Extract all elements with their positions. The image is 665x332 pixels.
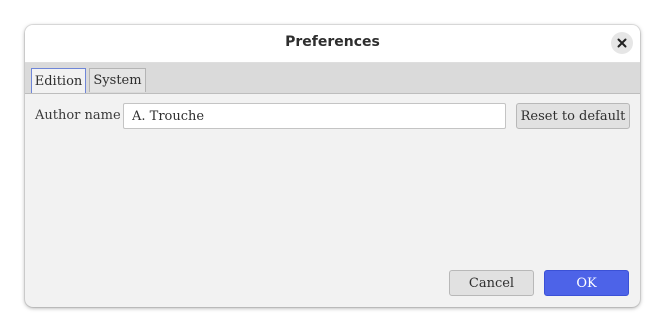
dialog-title: Preferences bbox=[285, 34, 380, 50]
tab-system[interactable]: System bbox=[89, 68, 146, 92]
ok-button[interactable]: OK bbox=[544, 270, 629, 296]
reset-to-default-button[interactable]: Reset to default bbox=[516, 103, 630, 129]
close-button[interactable] bbox=[611, 32, 633, 54]
close-icon bbox=[617, 38, 627, 48]
author-name-label: Author name bbox=[35, 108, 121, 123]
tab-edition[interactable]: Edition bbox=[31, 68, 86, 93]
author-name-input[interactable] bbox=[123, 103, 506, 129]
cancel-button[interactable]: Cancel bbox=[449, 270, 534, 296]
title-bar: Preferences bbox=[25, 25, 640, 63]
tab-bar: Edition System bbox=[25, 63, 640, 94]
preferences-dialog: Preferences Edition System Author name R… bbox=[25, 25, 640, 307]
